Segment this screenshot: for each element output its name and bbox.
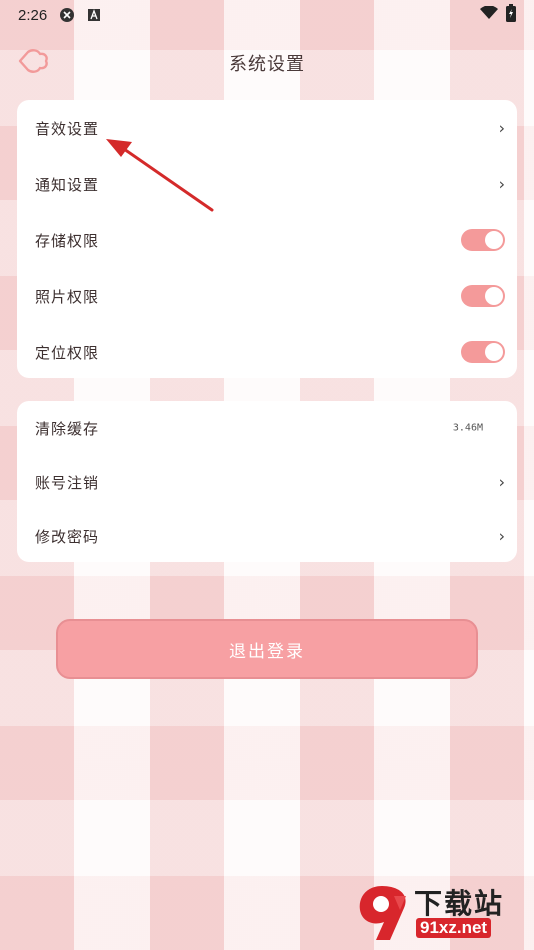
toggle-knob <box>485 231 503 249</box>
battery-icon <box>506 4 516 26</box>
row-label: 修改密码 <box>35 527 100 546</box>
chevron-right-icon: › <box>498 472 505 492</box>
permissions-card: 音效设置 › 通知设置 › 存储权限 照片权限 定位权限 <box>17 100 517 378</box>
watermark: 下载站 91xz.net <box>354 882 526 944</box>
notification-settings-row[interactable]: 通知设置 › <box>17 156 517 212</box>
row-label: 通知设置 <box>35 175 100 194</box>
row-label: 账号注销 <box>35 473 100 492</box>
header: 系统设置 <box>0 40 534 84</box>
toggle-knob <box>485 287 503 305</box>
chevron-right-icon: › <box>498 118 505 138</box>
watermark-domain: 91xz.net <box>416 918 492 938</box>
storage-permission-row: 存储权限 <box>17 212 517 268</box>
location-permission-row: 定位权限 <box>17 324 517 380</box>
photo-permission-row: 照片权限 <box>17 268 517 324</box>
row-label: 音效设置 <box>35 119 100 138</box>
wifi-icon <box>480 5 498 24</box>
sound-settings-row[interactable]: 音效设置 › <box>17 100 517 156</box>
page-title: 系统设置 <box>229 54 305 75</box>
logout-button[interactable]: 退出登录 <box>56 619 478 679</box>
row-label: 存储权限 <box>35 231 100 250</box>
delete-account-row[interactable]: 账号注销 › <box>17 455 517 509</box>
row-label: 清除缓存 <box>35 419 100 438</box>
chevron-right-icon: › <box>498 526 505 546</box>
storage-permission-toggle[interactable] <box>461 229 505 251</box>
change-password-row[interactable]: 修改密码 › <box>17 509 517 563</box>
app-notification-icon <box>59 7 75 23</box>
text-notification-icon <box>87 8 101 22</box>
chevron-right-icon: › <box>498 174 505 194</box>
toggle-knob <box>485 343 503 361</box>
account-card: 清除缓存 3.46M 账号注销 › 修改密码 › <box>17 401 517 562</box>
row-label: 定位权限 <box>35 343 100 362</box>
status-bar: 2:26 <box>0 0 534 30</box>
status-time: 2:26 <box>18 6 48 24</box>
cache-size-value: 3.46M <box>452 422 483 434</box>
watermark-logo-icon <box>359 886 406 940</box>
clear-cache-row[interactable]: 清除缓存 3.46M <box>17 401 517 455</box>
location-permission-toggle[interactable] <box>461 341 505 363</box>
row-label: 照片权限 <box>35 287 100 306</box>
photo-permission-toggle[interactable] <box>461 285 505 307</box>
watermark-brand: 下载站 <box>414 887 505 920</box>
